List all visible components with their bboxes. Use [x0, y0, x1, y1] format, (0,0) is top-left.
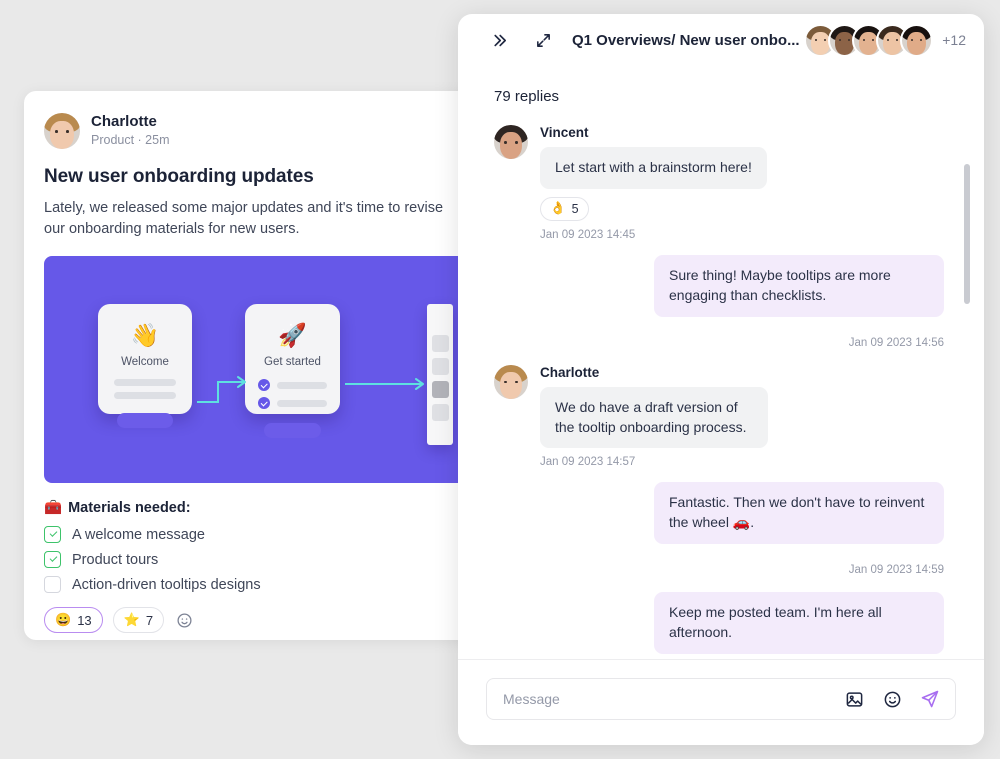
- flow-card-welcome: 👋 Welcome: [98, 304, 192, 429]
- reaction-count: 5: [571, 201, 579, 216]
- message-author: Charlotte: [540, 364, 600, 380]
- checkbox-empty-icon[interactable]: [44, 576, 61, 594]
- checklist-lines: [245, 379, 340, 410]
- post-header: Charlotte Product · 25m: [44, 113, 496, 150]
- emoji-icon[interactable]: [881, 688, 903, 710]
- materials-heading-label: Materials needed:: [68, 499, 191, 516]
- thread-panel: Q1 Overviews/ New user onbo... +12 79 re…: [458, 14, 984, 745]
- todo-item[interactable]: Action-driven tooltips designs: [44, 576, 496, 594]
- flow-card-welcome-label: Welcome: [121, 356, 169, 369]
- message-outgoing: Keep me posted team. I'm here all aftern…: [494, 592, 944, 659]
- checkbox-checked-icon[interactable]: [44, 526, 61, 544]
- post-card: Charlotte Product · 25m New user onboard…: [24, 91, 516, 640]
- post-reactions: 😀 13 ⭐ 7: [44, 607, 496, 634]
- message-incoming: Vincent Let start with a brainstorm here…: [494, 125, 944, 241]
- composer: [458, 659, 984, 745]
- message-timestamp: Jan 09 2023 14:59: [848, 564, 944, 577]
- toolbox-icon: 🧰: [44, 500, 63, 517]
- expand-diagonal-icon[interactable]: [530, 27, 556, 53]
- ok-hand-icon: 👌: [550, 201, 566, 216]
- check-circle-icon: [258, 397, 270, 410]
- grinning-face-icon: 😀: [55, 612, 72, 628]
- todo-item[interactable]: Product tours: [44, 551, 496, 569]
- replies-count: 79 replies: [494, 88, 560, 105]
- avatar: [494, 125, 528, 159]
- scrollbar-thumb[interactable]: [964, 164, 970, 304]
- placeholder-lines: [98, 379, 192, 400]
- avatar: [900, 23, 934, 57]
- rocket-icon: 🚀: [278, 322, 307, 349]
- star-icon: ⭐: [123, 612, 140, 628]
- message-bubble: Fantastic. Then we don't have to reinven…: [654, 482, 944, 545]
- flow-arrow-icon: [345, 378, 424, 391]
- message-incoming: Charlotte We do have a draft version of …: [494, 364, 944, 469]
- checkbox-checked-icon[interactable]: [44, 551, 61, 569]
- post-author-name: Charlotte: [91, 113, 157, 130]
- thread-title: Q1 Overviews/ New user onbo...: [572, 31, 800, 49]
- check-circle-icon: [258, 379, 270, 392]
- send-paper-plane-icon[interactable]: [919, 688, 941, 710]
- reaction-count: 7: [145, 612, 154, 628]
- onboarding-illustration: 👋 Welcome 🚀 Get started: [44, 256, 496, 484]
- message-timestamp: Jan 09 2023 14:45: [540, 228, 636, 241]
- todo-label: Product tours: [72, 551, 159, 568]
- double-chevron-right-icon[interactable]: [486, 27, 512, 53]
- message-outgoing: Sure thing! Maybe tooltips are more enga…: [494, 254, 944, 349]
- message-bubble: Keep me posted team. I'm here all aftern…: [654, 592, 944, 654]
- participant-avatars[interactable]: +12: [804, 23, 966, 57]
- message-timestamp: Jan 09 2023 14:56: [848, 336, 944, 349]
- post-author-meta: Product · 25m: [91, 133, 170, 147]
- app-sidebar-mock: [427, 304, 453, 446]
- add-reaction-icon[interactable]: [174, 610, 194, 630]
- avatar: [494, 364, 528, 399]
- flow-arrow-icon: [197, 376, 246, 404]
- flow-card-get-started-button: [264, 423, 321, 439]
- reaction-count: 13: [77, 612, 92, 628]
- message-timestamp: Jan 09 2023 14:57: [540, 456, 636, 469]
- message-author: Vincent: [540, 125, 589, 140]
- reaction-pill[interactable]: 😀 13: [44, 607, 103, 634]
- flow-card-welcome-button: [117, 413, 173, 429]
- message-bubble: Let start with a brainstorm here!: [540, 147, 767, 189]
- reaction-pill[interactable]: 👌 5: [540, 196, 589, 221]
- message-bubble: Sure thing! Maybe tooltips are more enga…: [654, 254, 944, 317]
- todo-label: Action-driven tooltips designs: [72, 576, 261, 593]
- flow-card-get-started: 🚀 Get started: [245, 304, 340, 439]
- reaction-pill[interactable]: ⭐ 7: [112, 607, 165, 634]
- message-reactions: 👌 5: [540, 196, 944, 221]
- avatar-overflow-count: +12: [942, 32, 966, 48]
- todo-label: A welcome message: [72, 526, 205, 543]
- waving-hand-icon: 👋: [130, 322, 160, 349]
- message-list: 79 replies Vincent Let start with a brai…: [458, 66, 984, 659]
- message-input[interactable]: [503, 691, 827, 707]
- avatar: [44, 113, 80, 150]
- message-outgoing: Fantastic. Then we don't have to reinven…: [494, 482, 944, 576]
- post-title: New user onboarding updates: [44, 165, 314, 187]
- flow-card-get-started-label: Get started: [264, 356, 321, 369]
- materials-heading: 🧰 Materials needed:: [44, 499, 496, 517]
- image-icon[interactable]: [843, 688, 865, 710]
- composer-box[interactable]: [486, 678, 956, 720]
- thread-header: Q1 Overviews/ New user onbo... +12: [458, 14, 984, 66]
- post-body: Lately, we released some major updates a…: [44, 199, 444, 237]
- todo-item[interactable]: A welcome message: [44, 526, 496, 544]
- message-bubble: We do have a draft version of the toolti…: [540, 386, 768, 449]
